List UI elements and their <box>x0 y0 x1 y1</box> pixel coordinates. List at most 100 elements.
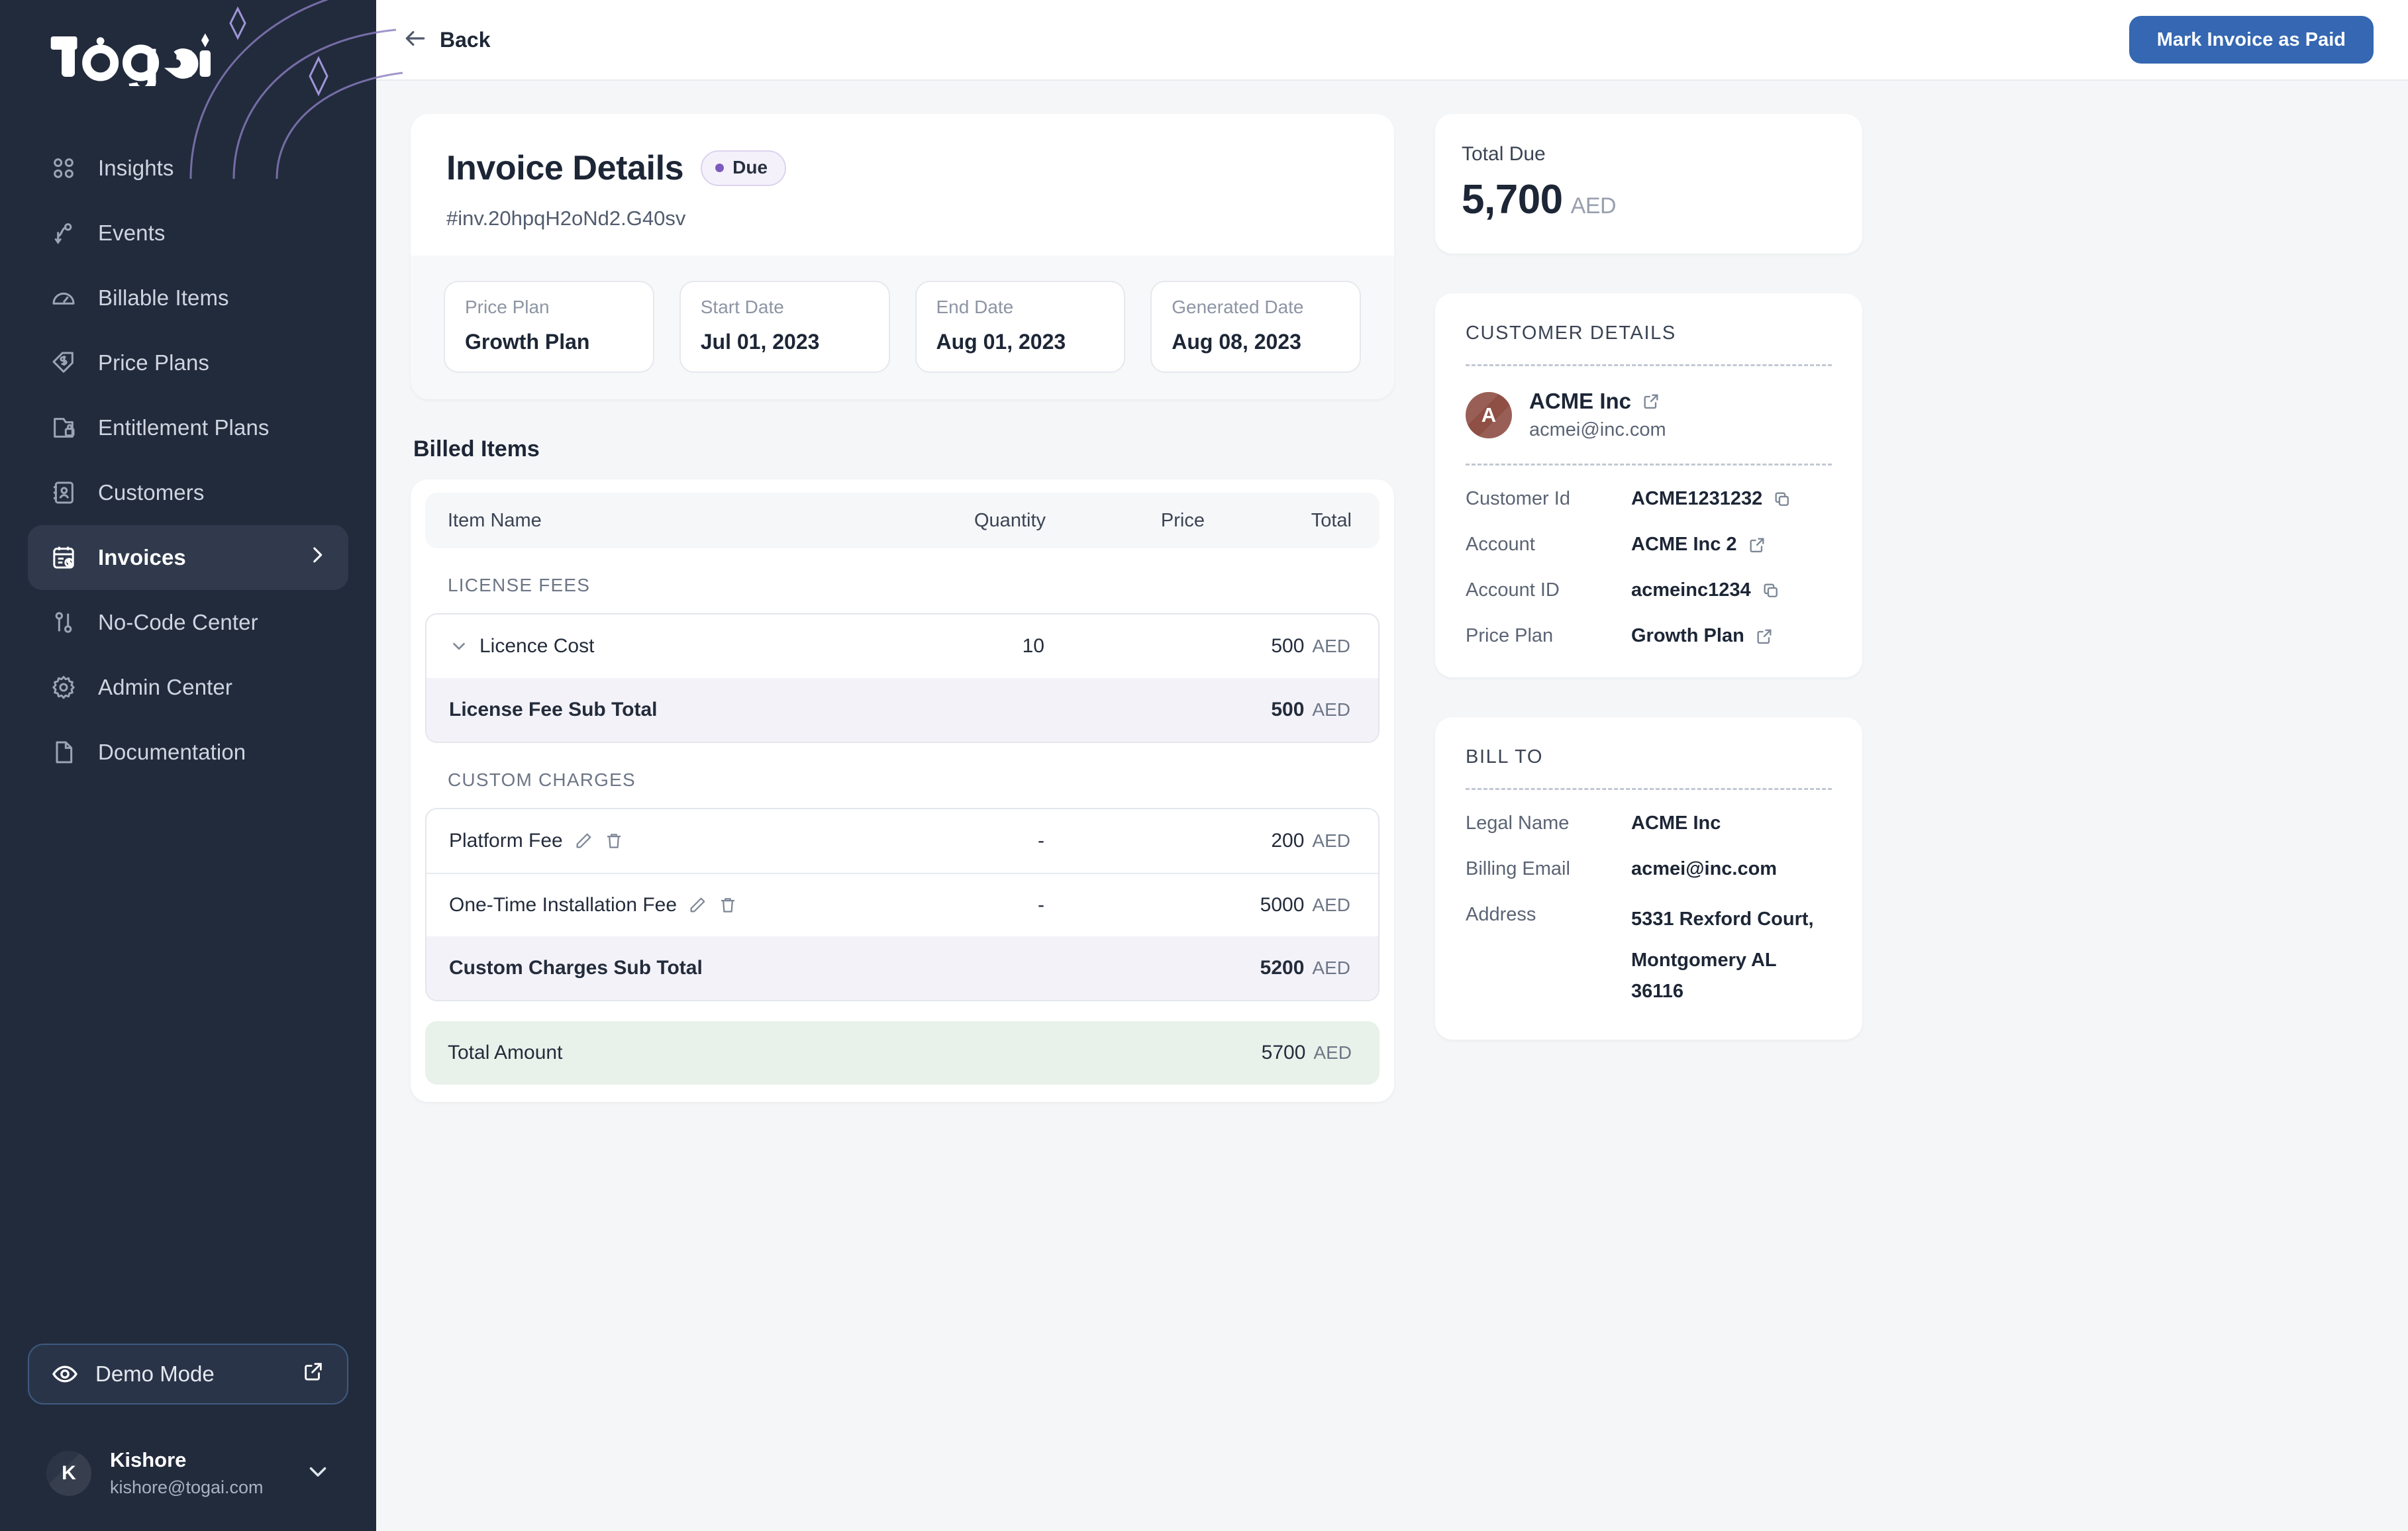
customer-name-line: ACME Inc <box>1529 389 1666 414</box>
logo[interactable] <box>0 0 376 116</box>
invoice-calendar-icon <box>49 543 78 572</box>
group-license-fees: Licence Cost 10 500 AED License Fee Sub … <box>425 613 1380 743</box>
subtotal-label: License Fee Sub Total <box>449 699 658 720</box>
row-name-cell: One-Time Installation Fee <box>449 894 885 916</box>
sidebar-item-billable-items[interactable]: Billable Items <box>28 266 348 330</box>
meta-label: Start Date <box>700 297 784 317</box>
field-account-id: Account ID acmeinc1234 <box>1466 579 1832 601</box>
field-customer-id: Customer Id ACME1231232 <box>1466 488 1832 510</box>
field-label: Billing Email <box>1466 858 1570 879</box>
bill-to-title: BILL TO <box>1466 746 1544 767</box>
mark-invoice-as-paid-button[interactable]: Mark Invoice as Paid <box>2129 16 2374 64</box>
sidebar-item-insights[interactable]: Insights <box>28 136 348 201</box>
row-quantity: 10 <box>1022 635 1044 657</box>
demo-mode-button[interactable]: Demo Mode <box>28 1344 348 1405</box>
main-area: Back Mark Invoice as Paid Invoice Detail… <box>376 0 2408 1531</box>
delete-trash-icon[interactable] <box>718 895 738 915</box>
field-account: Account ACME Inc 2 <box>1466 534 1832 556</box>
column-header-item-name: Item Name <box>448 509 542 531</box>
back-label: Back <box>440 27 491 52</box>
field-value: ACME1231232 <box>1631 488 1763 509</box>
sidebar-item-customers[interactable]: Customers <box>28 460 348 525</box>
chevron-down-icon[interactable] <box>306 1459 330 1487</box>
row-name-cell: Licence Cost <box>449 635 885 658</box>
table-row[interactable]: One-Time Installation Fee - 5000 AED <box>426 873 1378 936</box>
row-item-name: One-Time Installation Fee <box>449 894 677 916</box>
row-total: 200 AED <box>1203 830 1356 852</box>
divider <box>1466 788 1832 790</box>
subtotal-currency: AED <box>1312 699 1350 720</box>
sidebar-item-label: Billable Items <box>98 285 229 310</box>
field-value: acmei@inc.com <box>1631 858 1778 879</box>
edit-pencil-icon[interactable] <box>574 831 593 851</box>
column-header-total: Total <box>1311 509 1352 531</box>
sidebar-item-label: Price Plans <box>98 350 210 375</box>
events-flow-icon <box>49 219 78 248</box>
copy-icon[interactable] <box>1762 581 1780 600</box>
sidebar-item-entitlement-plans[interactable]: Entitlement Plans <box>28 395 348 460</box>
togai-logo-icon <box>50 33 211 95</box>
meta-label: Price Plan <box>465 297 550 317</box>
row-total-value: 500 <box>1271 635 1305 657</box>
field-label: Account ID <box>1466 579 1560 601</box>
sidebar-item-invoices[interactable]: Invoices <box>28 525 348 590</box>
avatar: K <box>46 1450 91 1496</box>
customer-identity: A ACME Inc acmei@inc.com <box>1466 389 1832 441</box>
external-link-icon[interactable] <box>1755 627 1774 646</box>
table-row[interactable]: Platform Fee - 200 AED <box>426 809 1378 873</box>
row-quantity: - <box>1038 830 1044 852</box>
subtotal-currency: AED <box>1312 958 1350 978</box>
external-link-icon[interactable] <box>1748 536 1766 554</box>
user-name: Kishore <box>110 1448 187 1471</box>
subtotal-total: 5200 AED <box>1203 957 1356 979</box>
field-label: Account <box>1466 534 1535 555</box>
row-item-name: Licence Cost <box>479 635 595 657</box>
field-value-wrap: Growth Plan <box>1631 625 1774 647</box>
right-column: Total Due 5,700 AED CUSTOMER DETAILS A AC… <box>1435 114 1862 1531</box>
group-custom-charges: Platform Fee - 200 AED One-Time Installa… <box>425 808 1380 1001</box>
document-icon <box>49 738 78 767</box>
group-label-license-fees: LICENSE FEES <box>448 575 591 595</box>
sidebar-item-events[interactable]: Events <box>28 201 348 266</box>
divider <box>1466 464 1832 466</box>
copy-icon[interactable] <box>1773 490 1791 509</box>
sidebar-item-label: Documentation <box>98 740 246 764</box>
meta-start-date: Start Date Jul 01, 2023 <box>679 281 890 373</box>
sidebar-item-admin-center[interactable]: Admin Center <box>28 655 348 720</box>
sidebar-item-no-code-center[interactable]: No-Code Center <box>28 590 348 655</box>
delete-trash-icon[interactable] <box>604 831 624 851</box>
topbar: Back Mark Invoice as Paid <box>376 0 2408 81</box>
status-dot-icon <box>715 163 725 172</box>
user-email: kishore@togai.com <box>110 1477 264 1497</box>
sidebar-item-label: Entitlement Plans <box>98 415 270 440</box>
status-badge: Due <box>701 150 787 186</box>
folder-lock-icon <box>49 413 78 442</box>
edit-pencil-icon[interactable] <box>687 895 707 915</box>
row-currency: AED <box>1312 895 1350 915</box>
sidebar-item-label: No-Code Center <box>98 610 258 634</box>
total-amount-currency: AED <box>1313 1042 1352 1063</box>
back-button[interactable]: Back <box>403 26 491 54</box>
field-value: Growth Plan <box>1631 625 1744 646</box>
contact-book-icon <box>49 478 78 507</box>
subtotal-label: Custom Charges Sub Total <box>449 957 703 979</box>
table-row[interactable]: Licence Cost 10 500 AED <box>426 615 1378 678</box>
total-due-value: 5,700 <box>1462 177 1563 222</box>
external-link-icon[interactable] <box>1642 392 1660 411</box>
chevron-down-icon[interactable] <box>449 636 469 656</box>
meta-generated-date: Generated Date Aug 08, 2023 <box>1150 281 1361 373</box>
row-total-value: 5000 <box>1260 894 1305 916</box>
chevron-right-icon[interactable] <box>306 544 328 571</box>
meta-value: Growth Plan <box>465 330 590 354</box>
field-value-wrap: 5331 Rexford Court, Montgomery AL 36116 <box>1631 904 1832 1007</box>
page-title: Invoice Details <box>446 149 684 187</box>
total-due-amount: 5,700 AED <box>1462 176 1836 223</box>
invoice-title-row: Invoice Details Due <box>446 148 1358 188</box>
subtotal-total: 500 AED <box>1203 699 1356 721</box>
total-due-card: Total Due 5,700 AED <box>1435 114 1862 254</box>
sidebar-item-price-plans[interactable]: Price Plans <box>28 330 348 395</box>
user-account-row[interactable]: K Kishore kishore@togai.com <box>28 1448 348 1498</box>
sidebar-item-documentation[interactable]: Documentation <box>28 720 348 785</box>
field-label: Customer Id <box>1466 488 1570 509</box>
group-label-custom-charges: CUSTOM CHARGES <box>448 769 636 790</box>
